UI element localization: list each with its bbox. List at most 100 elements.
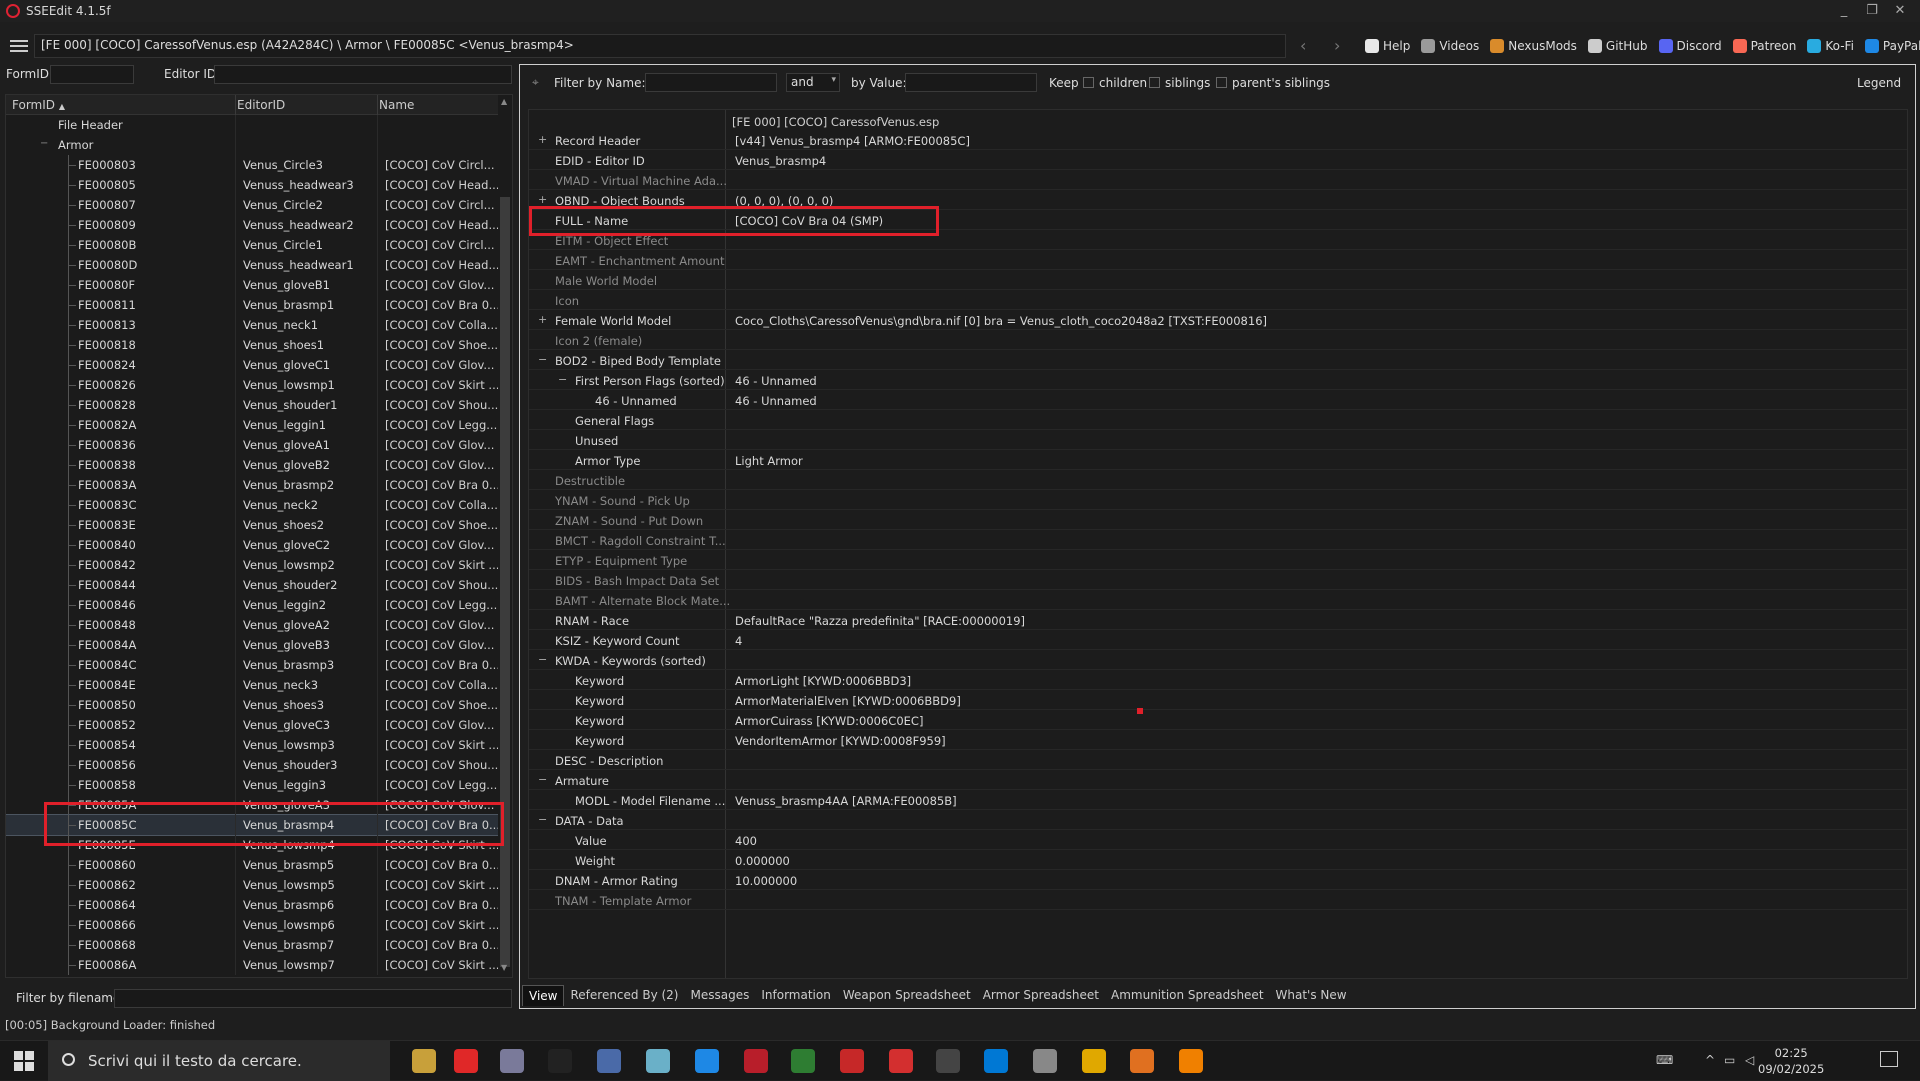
- collapse-icon[interactable]: −: [538, 773, 547, 786]
- record-row[interactable]: Value 400: [529, 830, 1907, 850]
- editorid-input[interactable]: [214, 65, 512, 84]
- tree-row[interactable]: FE00080F Venus_gloveB1 [COCO] CoV Glov...: [6, 275, 498, 295]
- keyboard-icon[interactable]: ⌨: [1656, 1053, 1673, 1067]
- formid-input[interactable]: [50, 65, 134, 84]
- record-row[interactable]: BAMT - Alternate Block Mate...: [529, 590, 1907, 610]
- back-arrow-icon[interactable]: ‹: [1300, 36, 1306, 55]
- record-row[interactable]: YNAM - Sound - Pick Up: [529, 490, 1907, 510]
- network-icon[interactable]: ▭: [1724, 1053, 1735, 1067]
- tree-row[interactable]: FE000846 Venus_leggin2 [COCO] CoV Legg...: [6, 595, 498, 615]
- scroll-down-icon[interactable]: ▼: [501, 963, 507, 972]
- parents-siblings-checkbox[interactable]: [1216, 77, 1227, 88]
- record-row[interactable]: BMCT - Ragdoll Constraint T...: [529, 530, 1907, 550]
- siblings-checkbox[interactable]: [1149, 77, 1160, 88]
- tree-row[interactable]: FE000824 Venus_gloveC1 [COCO] CoV Glov...: [6, 355, 498, 375]
- record-row[interactable]: Destructible: [529, 470, 1907, 490]
- record-row[interactable]: Keyword VendorItemArmor [KYWD:0008F959]: [529, 730, 1907, 750]
- record-row[interactable]: + Record Header [v44] Venus_brasmp4 [ARMO:…: [529, 130, 1907, 150]
- taskbar-app-icon[interactable]: [412, 1049, 436, 1073]
- taskbar-app-icon[interactable]: [695, 1049, 719, 1073]
- record-row[interactable]: DESC - Description: [529, 750, 1907, 770]
- taskbar-app-icon[interactable]: [1130, 1049, 1154, 1073]
- tree-row[interactable]: FE00084A Venus_gloveB3 [COCO] CoV Glov...: [6, 635, 498, 655]
- taskbar-app-icon[interactable]: [984, 1049, 1008, 1073]
- taskbar-search[interactable]: Scrivi qui il testo da cercare.: [48, 1041, 390, 1081]
- tree-row[interactable]: FE000848 Venus_gloveA2 [COCO] CoV Glov...: [6, 615, 498, 635]
- record-row[interactable]: Icon 2 (female): [529, 330, 1907, 350]
- tree-row[interactable]: FE000842 Venus_lowsmp2 [COCO] CoV Skirt ..…: [6, 555, 498, 575]
- minimize-button[interactable]: _: [1830, 0, 1858, 22]
- col-name-header[interactable]: Name: [379, 98, 414, 112]
- record-row[interactable]: − First Person Flags (sorted) 46 - Unnamed: [529, 370, 1907, 390]
- close-button[interactable]: ✕: [1886, 0, 1914, 22]
- link-patreon[interactable]: Patreon: [1732, 39, 1796, 53]
- tab-messages[interactable]: Messages: [685, 985, 756, 1005]
- tree-row[interactable]: FE00082A Venus_leggin1 [COCO] CoV Legg...: [6, 415, 498, 435]
- tree-row[interactable]: FE000809 Venuss_headwear2 [COCO] CoV Head.…: [6, 215, 498, 235]
- record-row[interactable]: − DATA - Data: [529, 810, 1907, 830]
- forward-arrow-icon[interactable]: ›: [1334, 36, 1340, 55]
- link-help[interactable]: Help: [1365, 39, 1410, 53]
- taskbar-app-icon[interactable]: [889, 1049, 913, 1073]
- record-row[interactable]: − KWDA - Keywords (sorted): [529, 650, 1907, 670]
- record-row[interactable]: Weight 0.000000: [529, 850, 1907, 870]
- tab-what-s-new[interactable]: What's New: [1270, 985, 1353, 1005]
- tree-row[interactable]: FE00083A Venus_brasmp2 [COCO] CoV Bra 0...: [6, 475, 498, 495]
- tree-row[interactable]: FE000811 Venus_brasmp1 [COCO] CoV Bra 0...: [6, 295, 498, 315]
- tree-row[interactable]: FE000807 Venus_Circle2 [COCO] CoV Circl...: [6, 195, 498, 215]
- record-row[interactable]: RNAM - Race DefaultRace "Razza predefinit…: [529, 610, 1907, 630]
- record-row[interactable]: ZNAM - Sound - Put Down: [529, 510, 1907, 530]
- expand-icon[interactable]: +: [538, 313, 547, 326]
- collapse-icon[interactable]: −: [538, 353, 547, 366]
- notifications-icon[interactable]: [1880, 1051, 1898, 1067]
- record-row[interactable]: VMAD - Virtual Machine Ada...: [529, 170, 1907, 190]
- tree-row[interactable]: FE000840 Venus_gloveC2 [COCO] CoV Glov...: [6, 535, 498, 555]
- tree-row[interactable]: FE000844 Venus_shouder2 [COCO] CoV Shou...: [6, 575, 498, 595]
- expand-icon[interactable]: +: [538, 193, 547, 206]
- tab-ammunition-spreadsheet[interactable]: Ammunition Spreadsheet: [1105, 985, 1270, 1005]
- tree-row[interactable]: FE000803 Venus_Circle3 [COCO] CoV Circl...: [6, 155, 498, 175]
- children-checkbox[interactable]: [1083, 77, 1094, 88]
- tree-row[interactable]: FE000826 Venus_lowsmp1 [COCO] CoV Skirt ..…: [6, 375, 498, 395]
- tree-row[interactable]: FE000854 Venus_lowsmp3 [COCO] CoV Skirt ..…: [6, 735, 498, 755]
- taskbar-app-icon[interactable]: [840, 1049, 864, 1073]
- record-row[interactable]: General Flags: [529, 410, 1907, 430]
- record-row[interactable]: Keyword ArmorLight [KYWD:0006BBD3]: [529, 670, 1907, 690]
- restore-button[interactable]: ❐: [1858, 0, 1886, 22]
- filename-filter-input[interactable]: [114, 989, 512, 1008]
- filter-operator-select[interactable]: and ▾: [786, 73, 840, 92]
- tab-weapon-spreadsheet[interactable]: Weapon Spreadsheet: [837, 985, 977, 1005]
- col-editorid-header[interactable]: EditorID: [237, 98, 285, 112]
- taskbar-app-icon[interactable]: [1033, 1049, 1057, 1073]
- tab-view[interactable]: View: [522, 984, 565, 1006]
- tree-row[interactable]: FE000813 Venus_neck1 [COCO] CoV Colla...: [6, 315, 498, 335]
- filter-by-value-input[interactable]: [905, 73, 1037, 92]
- taskbar-app-icon[interactable]: [454, 1049, 478, 1073]
- tray-chevron-icon[interactable]: ^: [1705, 1053, 1715, 1067]
- pin-icon[interactable]: ⌖: [532, 75, 539, 90]
- record-row[interactable]: Icon: [529, 290, 1907, 310]
- record-row[interactable]: Armor Type Light Armor: [529, 450, 1907, 470]
- record-row[interactable]: Keyword ArmorCuirass [KYWD:0006C0EC]: [529, 710, 1907, 730]
- tree-row[interactable]: FE00083C Venus_neck2 [COCO] CoV Colla...: [6, 495, 498, 515]
- tree-row[interactable]: FE000862 Venus_lowsmp5 [COCO] CoV Skirt ..…: [6, 875, 498, 895]
- link-discord[interactable]: Discord: [1658, 39, 1722, 53]
- taskbar-app-icon[interactable]: [597, 1049, 621, 1073]
- tree-row[interactable]: FE00086A Venus_lowsmp7 [COCO] CoV Skirt ..…: [6, 955, 498, 975]
- tree-row[interactable]: FE000856 Venus_shouder3 [COCO] CoV Shou...: [6, 755, 498, 775]
- clock[interactable]: 02:25 09/02/2025: [1758, 1045, 1824, 1077]
- windows-start-icon[interactable]: [14, 1051, 34, 1071]
- tree-row[interactable]: FE00084E Venus_neck3 [COCO] CoV Colla...: [6, 675, 498, 695]
- tree-row[interactable]: FE000836 Venus_gloveA1 [COCO] CoV Glov...: [6, 435, 498, 455]
- tab-information[interactable]: Information: [755, 985, 836, 1005]
- taskbar-app-icon[interactable]: [1179, 1049, 1203, 1073]
- col-formid-header[interactable]: FormID ▲: [12, 98, 65, 112]
- taskbar-app-icon[interactable]: [548, 1049, 572, 1073]
- tree-row[interactable]: FE00084C Venus_brasmp3 [COCO] CoV Bra 0...: [6, 655, 498, 675]
- tree-row[interactable]: FE000860 Venus_brasmp5 [COCO] CoV Bra 0...: [6, 855, 498, 875]
- scroll-up-icon[interactable]: ▲: [501, 97, 507, 106]
- record-row[interactable]: + Female World Model Coco_Cloths\CaressofV…: [529, 310, 1907, 330]
- record-row[interactable]: − Armature: [529, 770, 1907, 790]
- tab-referenced-by-2[interactable]: Referenced By (2): [564, 985, 684, 1005]
- taskbar-app-icon[interactable]: [791, 1049, 815, 1073]
